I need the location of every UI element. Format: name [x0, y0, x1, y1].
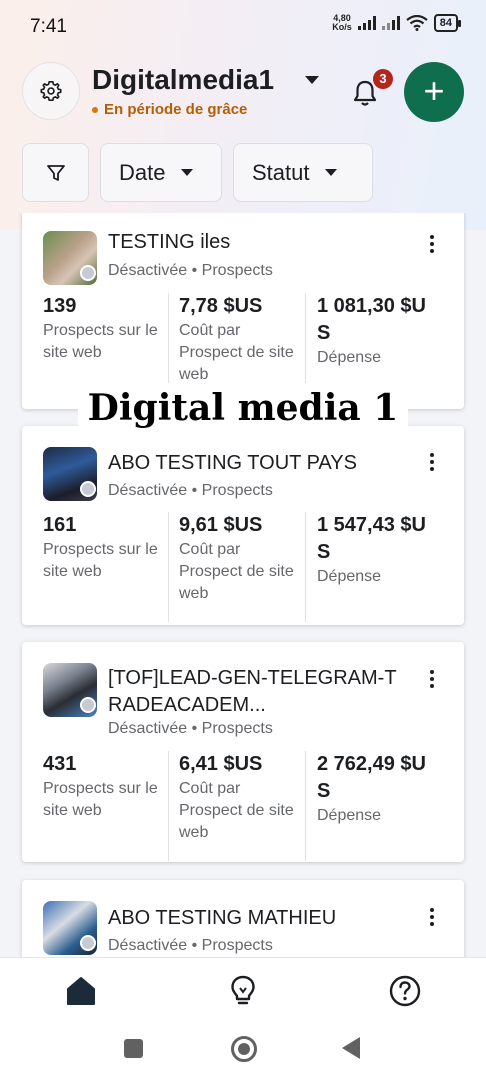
campaign-title: ABO TESTING TOUT PAYS: [108, 452, 357, 474]
metric-spend: 2 762,49 $US Dépense: [305, 751, 445, 861]
inactive-status-dot: [80, 481, 96, 497]
campaign-status-line: Désactivée • Prospects: [108, 262, 273, 280]
grace-period-status: En période de grâce: [92, 101, 247, 118]
status-icons: 4,80 Ko/s 84: [332, 14, 462, 32]
filter-icon: [46, 164, 65, 181]
metric-value: 431: [43, 753, 77, 775]
status-filter[interactable]: Statut: [233, 143, 373, 202]
metric-label: Dépense: [317, 807, 382, 824]
more-options-icon[interactable]: [428, 908, 436, 926]
create-button[interactable]: +: [404, 62, 464, 122]
campaign-card[interactable]: TESTING iles Désactivée • Prospects 139 …: [22, 213, 464, 409]
network-speed-unit: Ko/s: [332, 22, 352, 32]
campaign-status-line: Désactivée • Prospects: [108, 937, 273, 955]
status-dot-icon: [92, 106, 98, 113]
campaign-card[interactable]: [TOF]LEAD-GEN-TELEGRAM-TRADEACADEM... Dé…: [22, 642, 464, 862]
status-time: 7:41: [30, 16, 67, 37]
recent-apps-icon[interactable]: [124, 1039, 143, 1058]
notification-badge: 3: [373, 69, 393, 89]
help-icon[interactable]: [388, 974, 422, 1008]
campaign-status: Désactivée: [108, 937, 188, 954]
separator: •: [191, 720, 198, 737]
chevron-down-icon: [325, 169, 338, 176]
metric-label: Prospects sur le site web: [43, 541, 158, 580]
system-navigation-bar: [0, 1020, 486, 1080]
settings-button[interactable]: [22, 62, 80, 120]
metric-label: Dépense: [317, 568, 382, 585]
campaign-objective: Prospects: [201, 937, 273, 954]
metric-label: Coût par Prospect de site web: [179, 322, 294, 383]
campaign-metrics: 161 Prospects sur le site web 9,61 $US C…: [22, 512, 464, 622]
campaign-card[interactable]: ABO TESTING TOUT PAYS Désactivée • Prosp…: [22, 426, 464, 625]
watermark-overlay: Digital media 1: [78, 383, 408, 433]
inactive-status-dot: [80, 265, 96, 281]
more-options-icon[interactable]: [428, 670, 436, 688]
date-filter-label: Date: [119, 159, 166, 185]
more-options-icon[interactable]: [428, 453, 436, 471]
metric-value: 7,78 $US: [179, 295, 263, 317]
metric-value: 1 081,30 $US: [317, 295, 426, 344]
chevron-down-icon[interactable]: [305, 76, 319, 84]
separator: •: [191, 937, 198, 954]
inactive-status-dot: [80, 935, 96, 951]
grace-period-label: En période de grâce: [104, 101, 248, 118]
campaign-list[interactable]: TESTING iles Désactivée • Prospects 139 …: [0, 213, 486, 957]
metric-label: Coût par Prospect de site web: [179, 541, 294, 602]
metric-value: 1 547,43 $US: [317, 514, 426, 563]
campaign-card[interactable]: ABO TESTING MATHIEU Désactivée • Prospec…: [22, 880, 464, 957]
date-filter[interactable]: Date: [100, 143, 222, 202]
filter-button[interactable]: [22, 143, 89, 202]
campaign-metrics: 431 Prospects sur le site web 6,41 $US C…: [22, 751, 464, 861]
separator: •: [191, 482, 198, 499]
campaign-status-line: Désactivée • Prospects: [108, 720, 273, 738]
campaign-status-line: Désactivée • Prospects: [108, 482, 273, 500]
signal-icon: [357, 16, 376, 30]
status-bar: 7:41 4,80 Ko/s 84: [0, 0, 486, 50]
chevron-down-icon: [181, 169, 194, 176]
metric-value: 2 762,49 $US: [317, 753, 426, 802]
campaign-objective: Prospects: [201, 720, 273, 737]
campaign-status: Désactivée: [108, 482, 188, 499]
more-options-icon[interactable]: [428, 235, 436, 253]
campaign-title: [TOF]LEAD-GEN-TELEGRAM-TRADEACADEM...: [108, 667, 397, 716]
separator: •: [191, 262, 198, 279]
metric-value: 6,41 $US: [179, 753, 263, 775]
account-name[interactable]: Digitalmedia1: [92, 64, 274, 96]
metric-cost-per-lead: 6,41 $US Coût par Prospect de site web: [168, 751, 305, 861]
back-icon[interactable]: [342, 1037, 360, 1059]
metric-cost-per-lead: 9,61 $US Coût par Prospect de site web: [168, 512, 305, 622]
inactive-status-dot: [80, 697, 96, 713]
metric-value: 139: [43, 295, 77, 317]
metric-value: 9,61 $US: [179, 514, 263, 536]
metric-label: Dépense: [317, 349, 382, 366]
home-icon[interactable]: [64, 974, 98, 1008]
wifi-icon: [406, 15, 428, 31]
metric-label: Prospects sur le site web: [43, 780, 158, 819]
metric-spend: 1 547,43 $US Dépense: [305, 512, 445, 622]
campaign-objective: Prospects: [201, 262, 273, 279]
signal-icon-2: [381, 16, 400, 30]
campaign-objective: Prospects: [201, 482, 273, 499]
campaign-status: Désactivée: [108, 262, 188, 279]
metric-label: Prospects sur le site web: [43, 322, 158, 361]
campaign-title: TESTING iles: [108, 231, 231, 253]
status-filter-label: Statut: [252, 159, 310, 185]
campaign-status: Désactivée: [108, 720, 188, 737]
metric-value: 161: [43, 514, 77, 536]
campaign-title: ABO TESTING MATHIEU: [108, 907, 337, 929]
lightbulb-icon[interactable]: [226, 974, 260, 1008]
metric-leads: 161 Prospects sur le site web: [22, 512, 168, 622]
metric-leads: 431 Prospects sur le site web: [22, 751, 168, 861]
network-speed: 4,80 Ko/s: [332, 14, 352, 32]
gear-icon: [40, 81, 62, 101]
system-home-icon[interactable]: [231, 1036, 257, 1062]
metric-label: Coût par Prospect de site web: [179, 780, 294, 841]
battery-icon: 84: [433, 14, 462, 32]
